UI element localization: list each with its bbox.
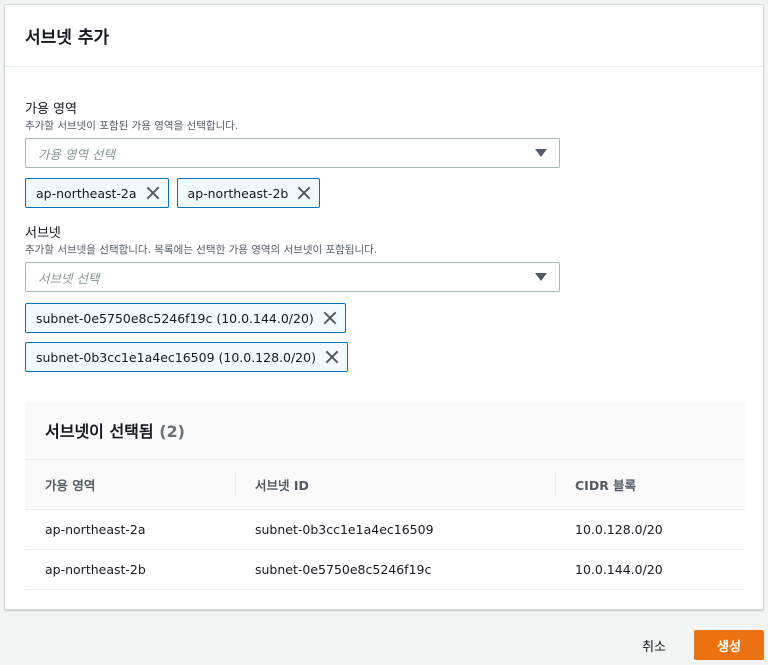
caret-down-icon: [535, 149, 547, 157]
subnet-token: subnet-0e5750e8c5246f19c (10.0.144.0/20): [25, 303, 346, 333]
subnet-token-label: subnet-0b3cc1e1a4ec16509 (10.0.128.0/20): [36, 349, 316, 365]
panel-body: 가용 영역 추가할 서브넷이 포함된 가용 영역을 선택합니다. 가용 영역 선…: [5, 67, 763, 372]
table-row: ap-northeast-2a subnet-0b3cc1e1a4ec16509…: [25, 509, 745, 550]
az-description: 추가할 서브넷이 포함된 가용 영역을 선택합니다.: [25, 120, 239, 132]
table-title: 서브넷이 선택됨: [45, 422, 154, 441]
az-token-label: ap-northeast-2a: [36, 185, 137, 201]
subnet-token-label: subnet-0e5750e8c5246f19c (10.0.144.0/20): [36, 310, 314, 326]
close-icon[interactable]: [297, 186, 311, 200]
column-header-cidr: CIDR 블록: [555, 460, 745, 510]
subnet-label: 서브넷: [25, 226, 61, 241]
add-subnet-panel: 서브넷 추가 가용 영역 추가할 서브넷이 포함된 가용 영역을 선택합니다. …: [4, 4, 764, 610]
create-button[interactable]: 생성: [694, 630, 764, 660]
close-icon[interactable]: [323, 311, 337, 325]
az-label: 가용 영역: [25, 102, 77, 117]
subnet-tokens: subnet-0e5750e8c5246f19c (10.0.144.0/20)…: [25, 303, 743, 372]
column-header-az: 가용 영역: [25, 460, 235, 510]
table-count: (2): [159, 422, 185, 441]
footer-actions: 취소 생성: [634, 630, 764, 660]
cell-cidr: 10.0.144.0/20: [555, 549, 745, 590]
cell-subnet-id: subnet-0b3cc1e1a4ec16509: [235, 509, 555, 550]
panel-title: 서브넷 추가: [25, 28, 110, 48]
az-token-label: ap-northeast-2b: [187, 185, 289, 201]
table-header: 서브넷이 선택됨 (2): [25, 402, 745, 460]
close-icon[interactable]: [146, 186, 160, 200]
az-select-placeholder: 가용 영역 선택: [38, 146, 115, 162]
cell-cidr: 10.0.128.0/20: [555, 509, 745, 550]
az-field: 가용 영역 추가할 서브넷이 포함된 가용 영역을 선택합니다. 가용 영역 선…: [25, 101, 743, 208]
cancel-button[interactable]: 취소: [634, 636, 674, 655]
close-icon[interactable]: [325, 350, 339, 364]
cell-subnet-id: subnet-0e5750e8c5246f19c: [235, 549, 555, 590]
az-token: ap-northeast-2a: [25, 178, 169, 208]
table-row: ap-northeast-2b subnet-0e5750e8c5246f19c…: [25, 549, 745, 590]
cell-az: ap-northeast-2a: [25, 509, 235, 550]
subnet-select-placeholder: 서브넷 선택: [38, 270, 100, 286]
az-token: ap-northeast-2b: [176, 178, 321, 208]
column-header-subnet-id: 서브넷 ID: [235, 460, 555, 510]
subnets-table: 가용 영역 서브넷 ID CIDR 블록 ap-northeast-2a sub…: [25, 460, 745, 590]
subnet-field: 서브넷 추가할 서브넷을 선택합니다. 목록에는 선택한 가용 영역의 서브넷이…: [25, 225, 743, 372]
selected-subnets-table: 서브넷이 선택됨 (2) 가용 영역 서브넷 ID CIDR 블록 ap-nor…: [25, 402, 745, 590]
cell-az: ap-northeast-2b: [25, 549, 235, 590]
panel-header: 서브넷 추가: [5, 5, 763, 67]
subnet-select[interactable]: 서브넷 선택: [25, 262, 560, 292]
caret-down-icon: [535, 273, 547, 281]
az-select[interactable]: 가용 영역 선택: [25, 138, 560, 168]
az-tokens: ap-northeast-2a ap-northeast-2b: [25, 178, 743, 208]
subnet-token: subnet-0b3cc1e1a4ec16509 (10.0.128.0/20): [25, 342, 348, 372]
subnet-description: 추가할 서브넷을 선택합니다. 목록에는 선택한 가용 영역의 서브넷이 포함됩…: [25, 244, 378, 256]
